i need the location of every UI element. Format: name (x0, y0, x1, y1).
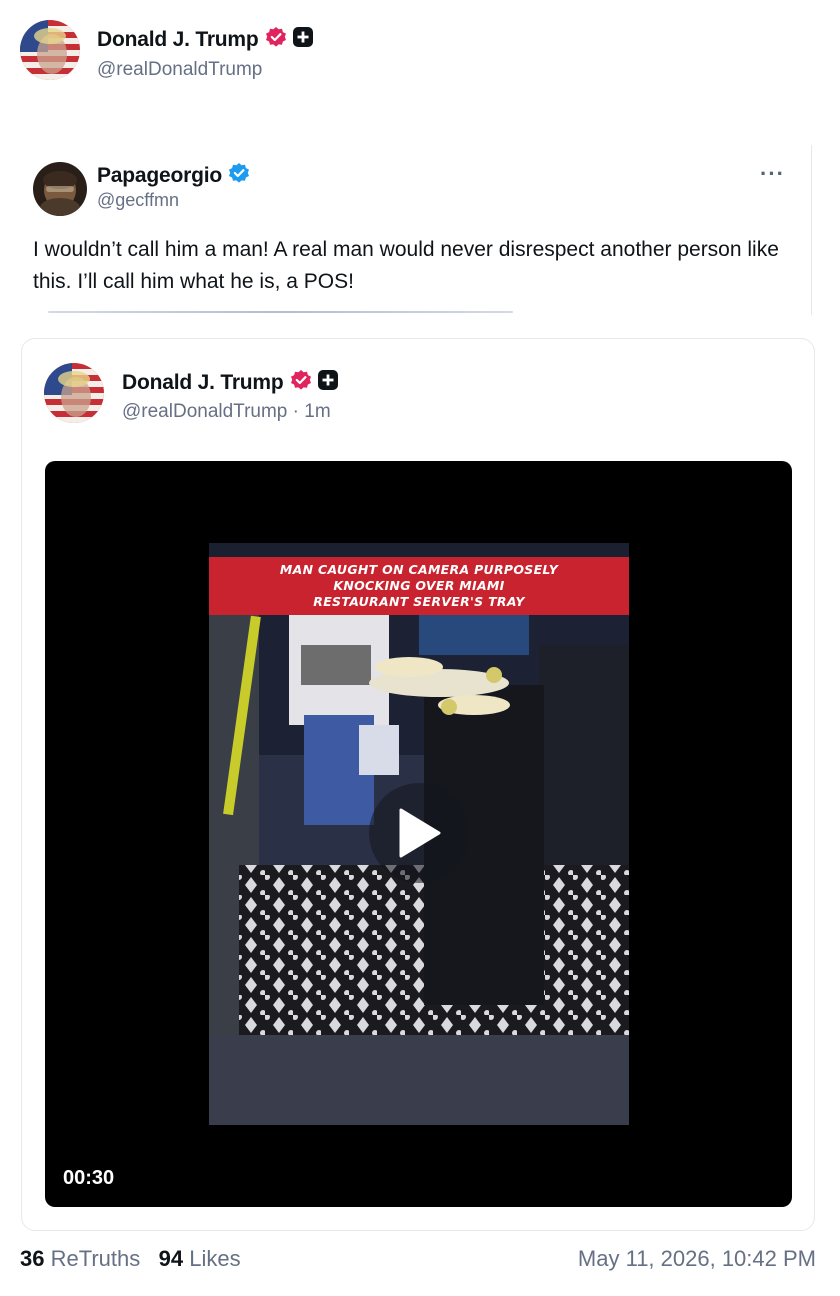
avatar[interactable] (44, 363, 104, 423)
video-player[interactable]: MAN CAUGHT ON CAMERA PURPOSELY KNOCKING … (45, 461, 792, 1207)
quote-post-card[interactable]: Donald J. Trump @realDonaldTrump · 1m MA… (21, 338, 815, 1231)
avatar[interactable] (20, 20, 80, 80)
post-age[interactable]: 1m (304, 401, 330, 422)
quote-author-name[interactable]: Donald J. Trump (122, 371, 284, 395)
reply-text: I wouldn’t call him a man! A real man wo… (33, 238, 779, 293)
verified-badge-icon (290, 369, 312, 396)
post-timestamp: May 11, 2026, 10:42 PM (577, 1246, 816, 1271)
quoted-reply-card[interactable]: Papageorgio @gecffmn ··· I wouldn’t call… (20, 145, 812, 315)
video-duration: 00:30 (63, 1167, 115, 1189)
avatar[interactable] (33, 162, 87, 216)
separator-dot: · (292, 401, 299, 422)
likes-count[interactable]: 94 (159, 1246, 183, 1271)
author-handle[interactable]: @realDonaldTrump (97, 59, 262, 81)
author-name[interactable]: Donald J. Trump (97, 28, 259, 52)
caption-line: KNOCKING OVER MIAMI (333, 578, 505, 593)
reply-author-name[interactable]: Papageorgio (97, 164, 222, 188)
quote-author-handle[interactable]: @realDonaldTrump (122, 401, 287, 422)
more-options-icon[interactable]: ··· (760, 161, 785, 187)
play-button[interactable] (369, 783, 469, 883)
caption-line: RESTAURANT SERVER'S TRAY (313, 594, 525, 609)
likes-label[interactable]: Likes (189, 1246, 240, 1271)
plus-badge-icon (292, 27, 313, 52)
post-footer: 36 ReTruths 94 Likes May 11, 2026, 10:42… (20, 1246, 816, 1276)
quote-meta-row: @realDonaldTrump · 1m (122, 401, 331, 423)
verified-badge-icon (265, 26, 287, 53)
engagement-stats: 36 ReTruths 94 Likes (20, 1246, 241, 1272)
quote-author-row: Donald J. Trump (122, 369, 338, 396)
caption-line: MAN CAUGHT ON CAMERA PURPOSELY (279, 562, 559, 577)
retruths-count[interactable]: 36 (20, 1246, 44, 1271)
video-caption-banner: MAN CAUGHT ON CAMERA PURPOSELY KNOCKING … (209, 557, 629, 615)
retruths-label[interactable]: ReTruths (51, 1246, 141, 1271)
author-row: Donald J. Trump (97, 26, 313, 53)
plus-badge-icon (317, 370, 338, 395)
play-icon (399, 808, 441, 858)
divider (48, 311, 513, 313)
reply-author-row: Papageorgio (97, 162, 250, 189)
reply-author-handle[interactable]: @gecffmn (97, 190, 179, 211)
verified-badge-icon (228, 162, 250, 189)
